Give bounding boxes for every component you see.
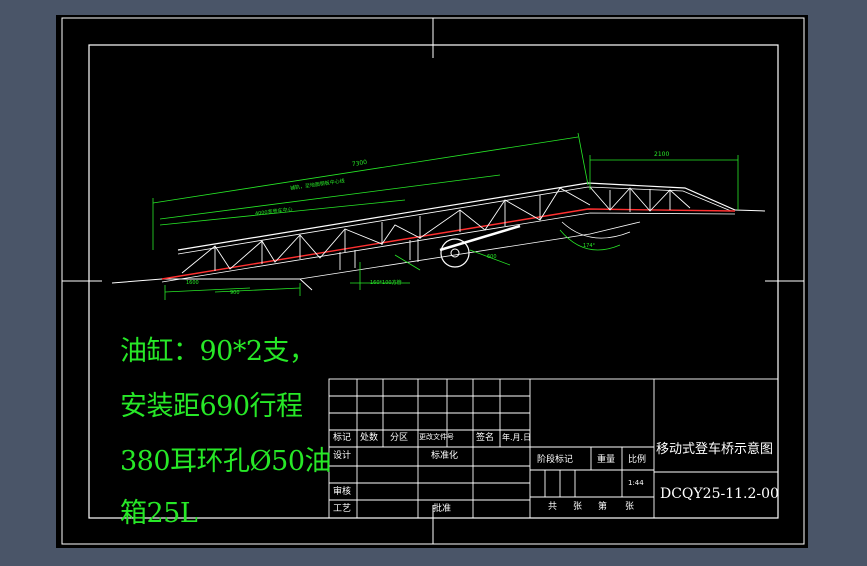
note-line-3: 380耳环孔Ø50油 (120, 446, 332, 477)
note-line-2: 安装距690行程 (120, 391, 303, 422)
tb-jieduan: 阶段标记 (537, 455, 574, 465)
tb-scale: 1:44 (628, 479, 644, 487)
tb-chushu: 处数 (360, 433, 379, 443)
dim-left-bottom: 1600 (186, 280, 199, 286)
dim-angle: 174° (583, 243, 596, 249)
tb-sheji: 设计 (333, 451, 352, 461)
dim-right: 2100 (654, 151, 670, 158)
dim-wheel: 600 (487, 254, 497, 260)
tb-zhang1: 张 (573, 502, 583, 512)
tb-biaozhunhua: 标准化 (431, 451, 459, 461)
tb-gong: 共 (548, 502, 558, 512)
tb-gongyi: 工艺 (333, 504, 352, 514)
dim-mid-bottom: 900 (230, 290, 240, 296)
drawing-title: 移动式登车桥示意图 (656, 442, 774, 457)
cad-drawing: 7300 2100 铺轨，至地面钢板中心线 4000宽登车中心 1600 900… (0, 0, 867, 562)
tb-gengai: 更改文件号 (419, 433, 454, 441)
tb-pizhun: 批准 (433, 504, 452, 514)
dim-callout-tube: 160*100方管 (370, 280, 402, 286)
note-line-4: 箱25L (120, 498, 198, 529)
drawing-number: DCQY25-11.2-00 (660, 486, 779, 502)
tb-nianyueri: 年.月.日 (502, 433, 532, 442)
tb-biaoji: 标记 (333, 433, 352, 443)
drawing-canvas (56, 15, 808, 548)
tb-zhang2: 张 (625, 502, 635, 512)
tb-zhongliang: 重量 (597, 455, 616, 465)
tb-fenqu: 分区 (390, 433, 409, 443)
note-line-1: 油缸：90*2支， (120, 336, 316, 367)
tb-qianming: 签名 (476, 433, 495, 443)
tb-di: 第 (598, 502, 608, 512)
tb-bili: 比例 (628, 455, 647, 465)
tb-shenhe: 审核 (333, 487, 352, 497)
